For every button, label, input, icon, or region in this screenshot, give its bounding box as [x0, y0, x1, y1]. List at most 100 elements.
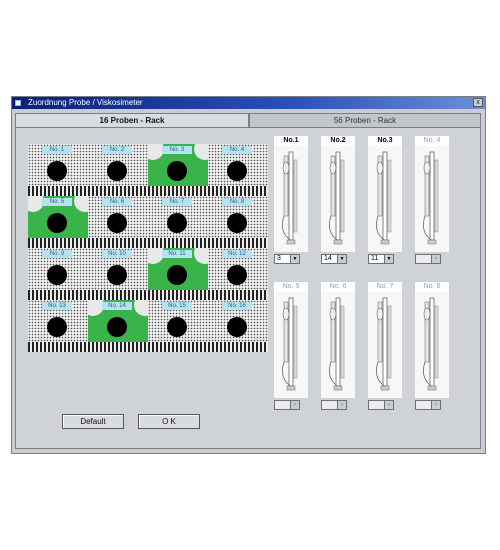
viscometer-slot-7: No. 7 ▼ [368, 282, 402, 410]
rack-position-14[interactable]: No. 14 [88, 300, 148, 352]
rack-position-label: No. 5 [42, 198, 72, 206]
rack-position-label: No. 3 [162, 146, 192, 154]
rack-position-11[interactable]: No. 11 [148, 248, 208, 300]
rack-position-6[interactable]: No. 6 [88, 196, 148, 248]
viscometer-label: No. 7 [368, 282, 402, 292]
viscometer-label: No. 5 [274, 282, 308, 292]
sample-select[interactable]: 14 ▼ [321, 254, 347, 264]
rack-position-label: No. 4 [222, 146, 252, 154]
rack-position-label: No. 15 [162, 302, 192, 310]
sample-hole [107, 213, 127, 233]
chevron-down-icon[interactable]: ▼ [384, 255, 393, 263]
viscometer-label: No.3 [368, 136, 402, 146]
rack-position-12[interactable]: No. 12 [208, 248, 268, 300]
sample-hole [107, 161, 127, 181]
sample-hole [227, 161, 247, 181]
viscometer-label: No. 8 [415, 282, 449, 292]
viscometer-slot-4: No. 4 ▼ [415, 136, 449, 264]
sample-hole [47, 317, 67, 337]
rack-position-label: No. 8 [222, 198, 252, 206]
viscometer-slot-8: No. 8 ▼ [415, 282, 449, 410]
rack-position-4[interactable]: No. 4 [208, 144, 268, 196]
sample-hole [47, 213, 67, 233]
rack-position-label: No. 9 [42, 250, 72, 258]
viscometer-tube-image [321, 292, 355, 398]
viscometer-slot-2: No.2 14 ▼ [321, 136, 355, 264]
viscometer-tube-image [321, 146, 355, 252]
chevron-down-icon[interactable]: ▼ [337, 255, 346, 263]
rack-position-2[interactable]: No. 2 [88, 144, 148, 196]
viscometer-tube-image [415, 292, 449, 398]
sample-select[interactable]: ▼ [274, 400, 300, 410]
sample-select[interactable]: 3 ▼ [274, 254, 300, 264]
ok-button[interactable]: O K [138, 414, 200, 429]
rack-position-1[interactable]: No. 1 [28, 144, 88, 196]
viscometer-tube-image [368, 146, 402, 252]
viscometer-tube-image [415, 146, 449, 252]
rack-position-13[interactable]: No. 13 [28, 300, 88, 352]
rack-position-10[interactable]: No. 10 [88, 248, 148, 300]
rack-position-3[interactable]: No. 3 [148, 144, 208, 196]
rack-position-label: No. 12 [222, 250, 252, 258]
close-button[interactable]: x [473, 98, 483, 107]
rack-position-label: No. 11 [162, 250, 192, 258]
rack-position-9[interactable]: No. 9 [28, 248, 88, 300]
sample-select-value: 11 [371, 255, 379, 262]
sample-select-value: 3 [277, 255, 281, 262]
chevron-down-icon[interactable]: ▼ [290, 401, 299, 409]
sample-select[interactable]: ▼ [415, 254, 441, 264]
rack-position-5[interactable]: No. 5 [28, 196, 88, 248]
sample-select[interactable]: ▼ [415, 400, 441, 410]
chevron-down-icon[interactable]: ▼ [290, 255, 299, 263]
sample-rack-grid: No. 1 No. 2 No. 3 No. 4 No. 5 No. 6 No. 7 No. 8… [28, 144, 268, 352]
viscometer-slot-6: No. 6 ▼ [321, 282, 355, 410]
sample-select-value: 14 [324, 255, 332, 262]
sample-select[interactable]: 11 ▼ [368, 254, 394, 264]
chevron-down-icon[interactable]: ▼ [431, 401, 440, 409]
sample-hole [167, 161, 187, 181]
rack-position-label: No. 2 [102, 146, 132, 154]
viscometer-tube-image [274, 146, 308, 252]
sample-hole [107, 317, 127, 337]
tab-56-proben-rack[interactable]: 56 Proben - Rack [249, 113, 481, 128]
app-icon [15, 100, 21, 106]
rack-position-label: No. 16 [222, 302, 252, 310]
viscometer-slot-3: No.3 11 ▼ [368, 136, 402, 264]
rack-position-label: No. 14 [102, 302, 132, 310]
sample-hole [167, 317, 187, 337]
tab-16-proben-rack[interactable]: 16 Proben - Rack [15, 113, 249, 128]
rack-position-7[interactable]: No. 7 [148, 196, 208, 248]
viscometer-label: No. 4 [415, 136, 449, 146]
viscometer-slot-5: No. 5 ▼ [274, 282, 308, 410]
sample-hole [227, 265, 247, 285]
rack-position-label: No. 10 [102, 250, 132, 258]
rack-position-label: No. 1 [42, 146, 72, 154]
sample-hole [167, 213, 187, 233]
sample-hole [107, 265, 127, 285]
rack-position-label: No. 13 [42, 302, 72, 310]
rack-position-8[interactable]: No. 8 [208, 196, 268, 248]
title-bar[interactable]: Zuordnung Probe / Viskosimeter x [12, 97, 485, 109]
viscometer-label: No. 6 [321, 282, 355, 292]
viscometer-label: No.1 [274, 136, 308, 146]
sample-hole [47, 265, 67, 285]
sample-hole [47, 161, 67, 181]
chevron-down-icon[interactable]: ▼ [384, 401, 393, 409]
tab-panel: No. 1 No. 2 No. 3 No. 4 No. 5 No. 6 No. 7 No. 8… [15, 127, 481, 449]
viscometer-slot-1: No.1 3 ▼ [274, 136, 308, 264]
sample-select[interactable]: ▼ [321, 400, 347, 410]
rack-position-label: No. 6 [102, 198, 132, 206]
chevron-down-icon[interactable]: ▼ [431, 255, 440, 263]
rack-position-16[interactable]: No. 16 [208, 300, 268, 352]
window-title: Zuordnung Probe / Viskosimeter [28, 98, 143, 107]
rack-position-label: No. 7 [162, 198, 192, 206]
sample-hole [167, 265, 187, 285]
rack-position-15[interactable]: No. 15 [148, 300, 208, 352]
viscometer-tube-image [274, 292, 308, 398]
sample-hole [227, 317, 247, 337]
sample-select[interactable]: ▼ [368, 400, 394, 410]
chevron-down-icon[interactable]: ▼ [337, 401, 346, 409]
viscometer-tube-image [368, 292, 402, 398]
dialog-window: Zuordnung Probe / Viskosimeter x 16 Prob… [11, 96, 486, 454]
default-button[interactable]: Default [62, 414, 124, 429]
